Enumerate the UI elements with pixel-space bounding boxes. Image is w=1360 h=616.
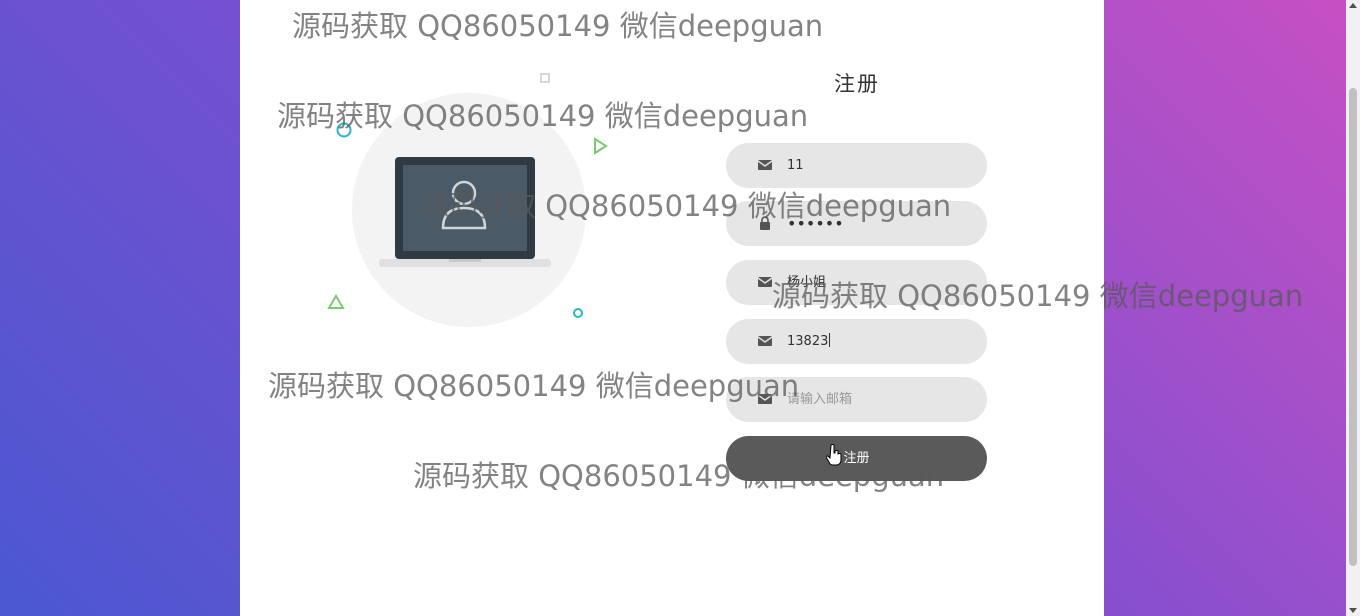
password-field[interactable]: ••••••	[726, 201, 987, 246]
email-field[interactable]: 请输入邮箱	[726, 377, 987, 422]
scroll-down-icon[interactable]	[1349, 608, 1357, 613]
hand-cursor-icon	[826, 444, 842, 466]
register-button[interactable]: 注册	[726, 436, 987, 481]
phone-value: 13823	[787, 319, 831, 364]
phone-field[interactable]: 13823	[726, 319, 987, 364]
scrollbar-thumb[interactable]	[1349, 88, 1357, 566]
username-value: 11	[787, 158, 804, 173]
phone-text: 13823	[787, 334, 829, 349]
envelope-icon	[757, 160, 773, 170]
laptop-user-illustration	[327, 73, 608, 327]
name-field[interactable]: 杨小姐	[726, 260, 987, 305]
password-value: ••••••	[787, 214, 844, 233]
envelope-icon	[757, 277, 773, 287]
envelope-icon	[757, 394, 773, 404]
name-value: 杨小姐	[787, 275, 827, 290]
email-placeholder: 请输入邮箱	[787, 392, 853, 407]
text-caret	[829, 333, 831, 347]
lock-icon	[760, 216, 770, 230]
username-field[interactable]: 11	[726, 143, 987, 188]
page-title: 注册	[834, 72, 880, 96]
scroll-up-icon[interactable]	[1349, 3, 1357, 8]
page-scrollbar[interactable]	[1346, 0, 1360, 616]
envelope-icon	[757, 336, 773, 346]
